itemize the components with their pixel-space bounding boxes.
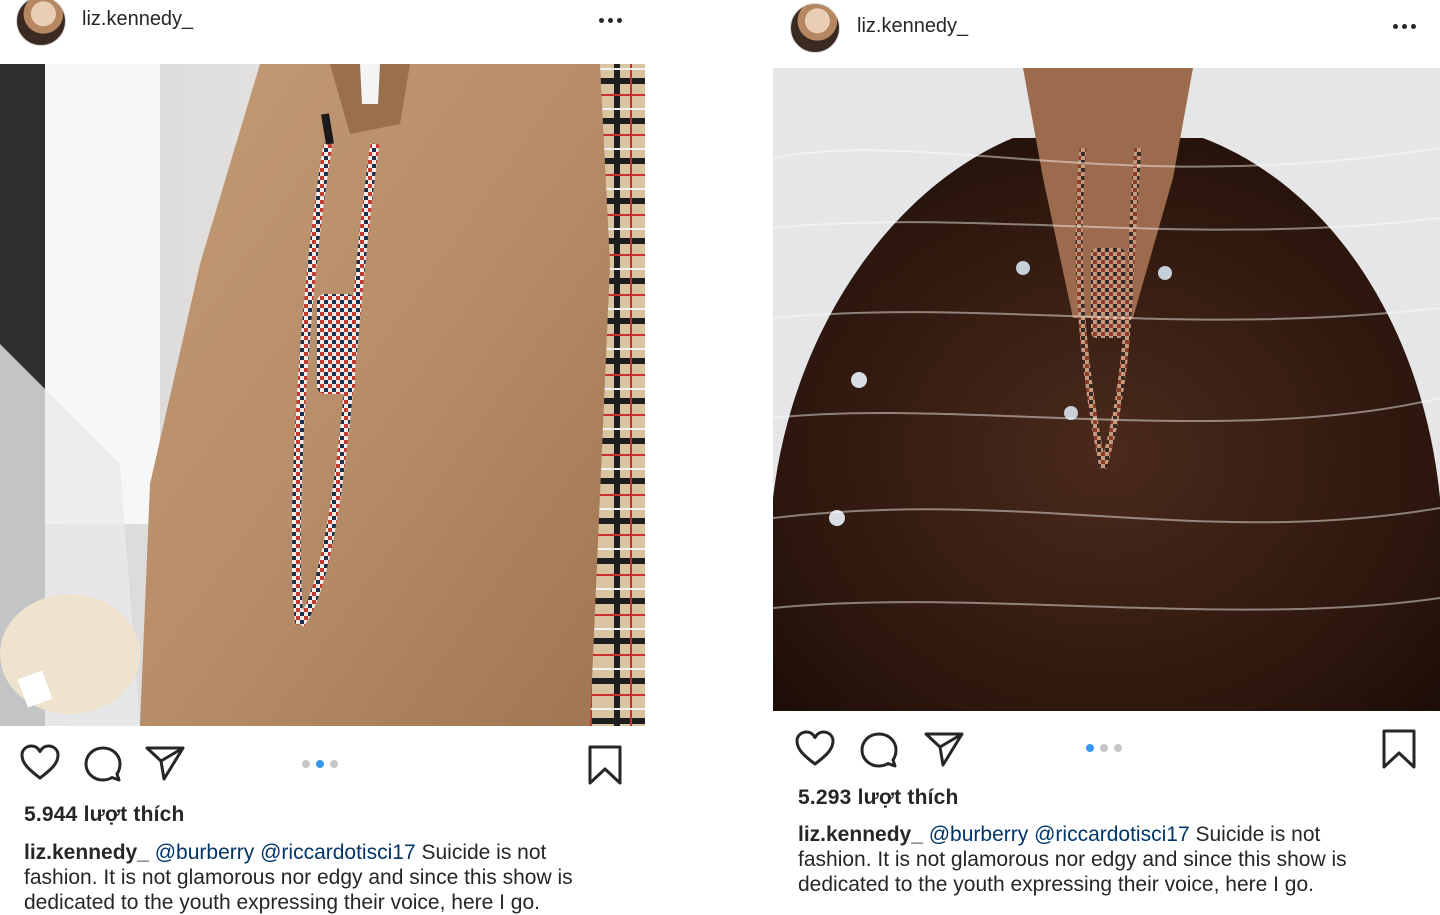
more-icon[interactable]	[599, 16, 625, 24]
carousel-indicator	[302, 760, 338, 768]
likes-count[interactable]: 5.944 lượt thích	[24, 803, 185, 827]
carousel-dot	[1100, 744, 1108, 752]
post-photo	[773, 68, 1440, 711]
caption-text: fashion. It is not glamorous nor edgy an…	[798, 848, 1347, 871]
avatar[interactable]	[16, 0, 66, 46]
bookmark-icon[interactable]	[588, 745, 622, 785]
caption-line: liz.kennedy_ @burberry @riccardotisci17 …	[24, 840, 634, 865]
likes-count[interactable]: 5.293 lượt thích	[798, 786, 959, 810]
caption-username[interactable]: liz.kennedy_	[24, 841, 149, 864]
carousel-dot-active	[316, 760, 324, 768]
mention-link[interactable]: @riccardotisci17	[260, 841, 416, 864]
send-icon[interactable]	[924, 731, 964, 767]
post-photo	[0, 64, 645, 726]
post-caption: liz.kennedy_ @burberry @riccardotisci17 …	[24, 840, 634, 915]
more-icon[interactable]	[1393, 22, 1419, 30]
caption-text: Suicide is not	[1195, 823, 1321, 846]
mention-link[interactable]: @burberry	[155, 841, 255, 864]
carousel-dot	[1114, 744, 1122, 752]
caption-text: dedicated to the youth expressing their …	[798, 873, 1314, 896]
post-right: liz.kennedy_ 5.293 lượt thích liz.kenned…	[773, 0, 1440, 900]
caption-text: fashion. It is not glamorous nor edgy an…	[24, 866, 573, 889]
heart-icon[interactable]	[795, 730, 835, 768]
mention-link[interactable]: @riccardotisci17	[1034, 823, 1190, 846]
mention-link[interactable]: @burberry	[929, 823, 1029, 846]
carousel-indicator	[1086, 744, 1122, 752]
post-username[interactable]: liz.kennedy_	[857, 15, 968, 38]
carousel-dot-active	[1086, 744, 1094, 752]
caption-text: dedicated to the youth expressing their …	[24, 891, 540, 914]
comment-icon[interactable]	[84, 745, 122, 783]
post-left: liz.kennedy_ 5.944 lượt thích liz.kenned…	[0, 0, 645, 914]
caption-username[interactable]: liz.kennedy_	[798, 823, 923, 846]
heart-icon[interactable]	[20, 744, 60, 782]
caption-text: Suicide is not	[421, 841, 547, 864]
bookmark-icon[interactable]	[1382, 729, 1416, 769]
carousel-dot	[330, 760, 338, 768]
post-username[interactable]: liz.kennedy_	[82, 8, 193, 31]
carousel-dot	[302, 760, 310, 768]
send-icon[interactable]	[145, 745, 185, 781]
post-caption: liz.kennedy_ @burberry @riccardotisci17 …	[798, 822, 1438, 897]
avatar[interactable]	[790, 3, 840, 53]
caption-line: liz.kennedy_ @burberry @riccardotisci17 …	[798, 822, 1438, 847]
comment-icon[interactable]	[860, 731, 898, 769]
